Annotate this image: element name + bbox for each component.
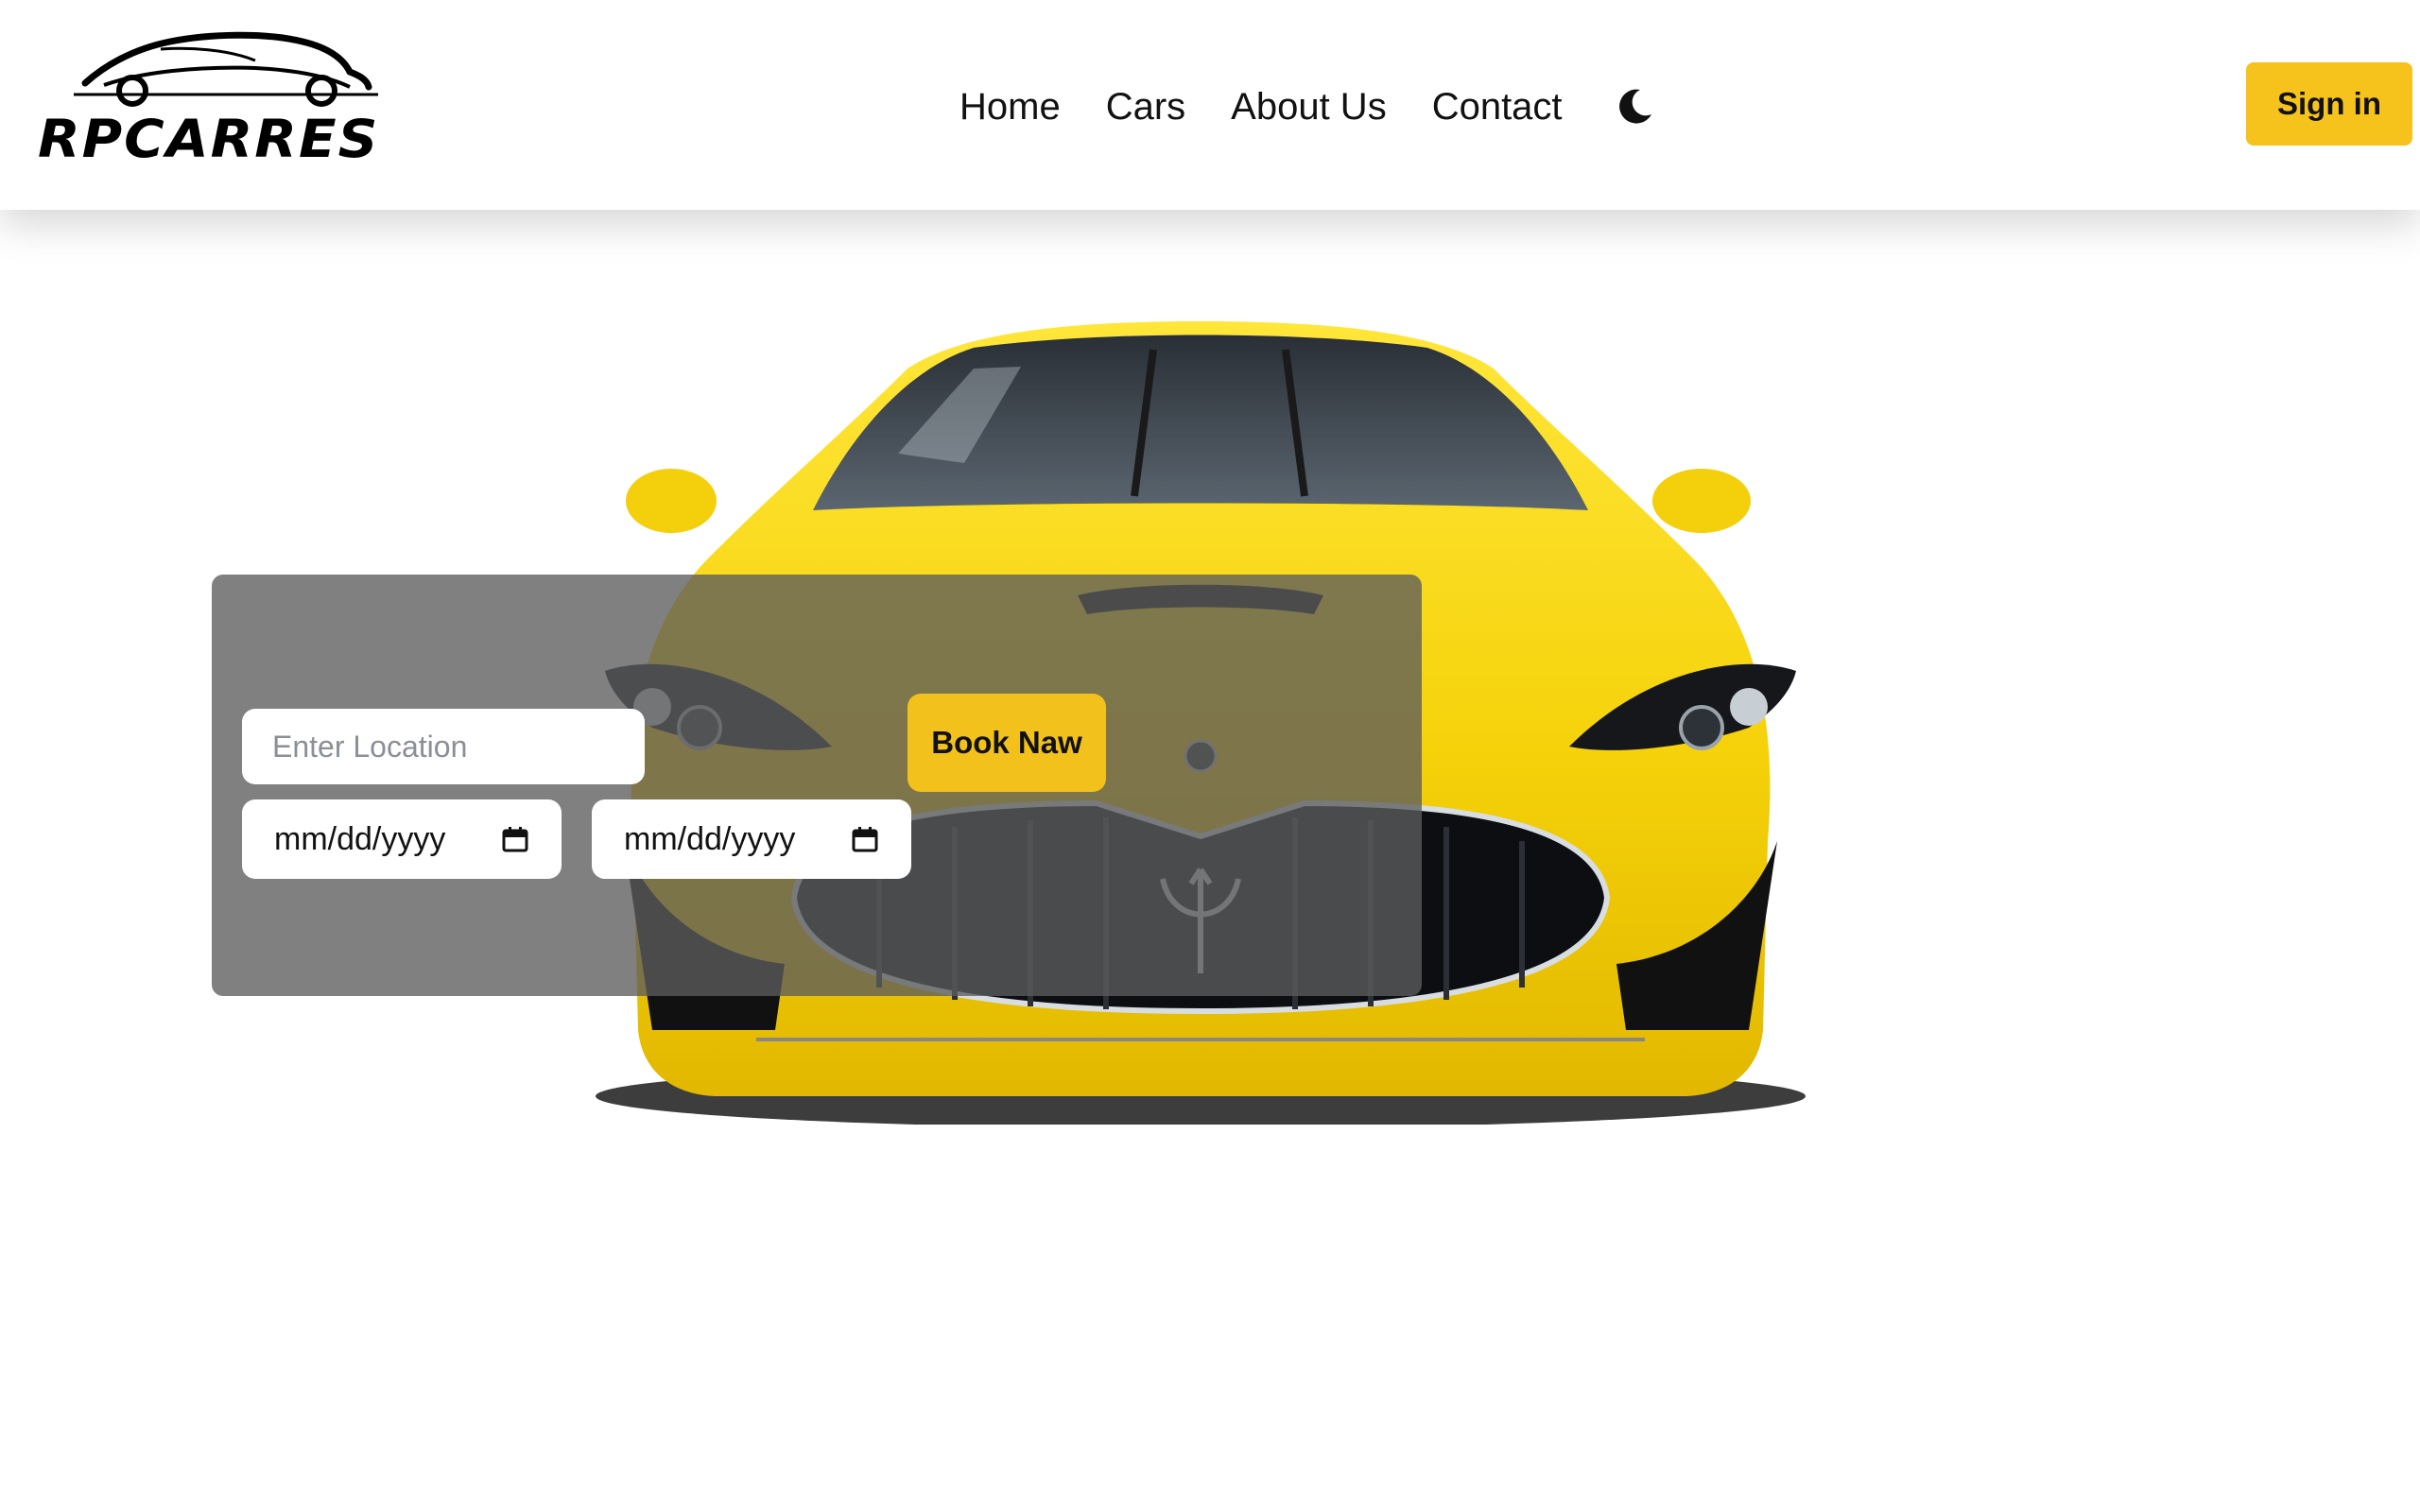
nav-home-link[interactable]: Home [959,74,1061,140]
location-input[interactable] [242,709,645,784]
nav-about-link[interactable]: About Us [1231,74,1387,140]
pickup-date-value: mm/dd/yyyy [274,820,446,857]
calendar-icon[interactable] [501,825,529,853]
site-header: RPCARRES Home Cars About Us Contact Sign… [0,0,2420,210]
theme-toggle-button[interactable] [1608,80,1661,133]
car-silhouette-icon [74,31,378,107]
booking-panel: mm/dd/yyyy mm/dd/yyyy Book Naw [212,575,1422,996]
book-now-button[interactable]: Book Naw [908,694,1106,792]
return-date-value: mm/dd/yyyy [624,820,796,857]
brand-logo[interactable]: RPCARRES [38,28,397,170]
nav-contact-link[interactable]: Contact [1432,74,1563,140]
main-nav: Home Cars About Us Contact [959,74,1661,140]
calendar-icon[interactable] [851,825,879,853]
nav-cars-link[interactable]: Cars [1106,74,1185,140]
brand-wordmark: RPCARRES [38,108,380,170]
moon-icon [1618,89,1651,124]
pickup-date-field[interactable]: mm/dd/yyyy [242,799,562,879]
sign-in-button[interactable]: Sign in [2246,62,2412,146]
return-date-field[interactable]: mm/dd/yyyy [592,799,911,879]
